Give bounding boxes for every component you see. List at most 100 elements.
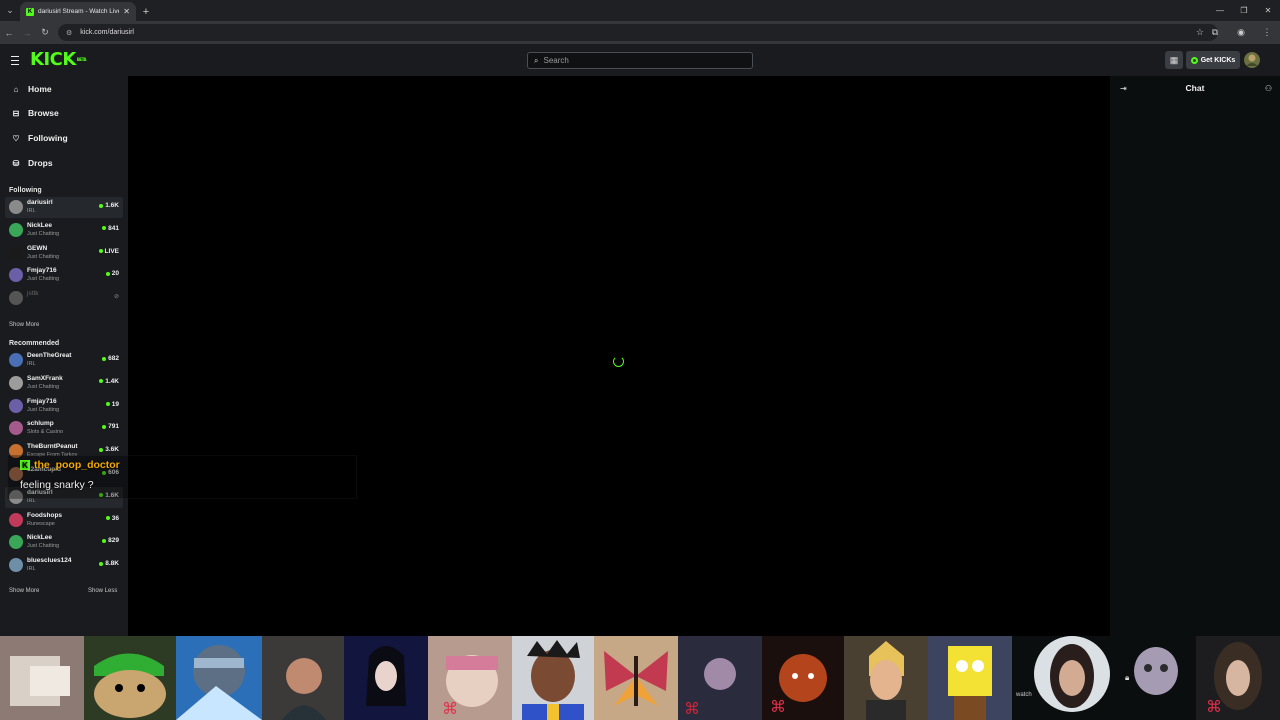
live-dot-icon: [99, 203, 104, 208]
thumbnail[interactable]: [594, 636, 678, 720]
channel-item[interactable]: dariusirl IRL 1.6K: [5, 197, 123, 218]
channel-item[interactable]: GEWN Just Chatting LIVE: [5, 243, 123, 264]
viewer-count-text: 1.4K: [105, 377, 119, 385]
thumbnail-strip: ⌘ ⌘ ⌘ ⌘: [0, 636, 1280, 720]
nav-drops[interactable]: ⛁ Drops: [11, 156, 53, 170]
channel-item[interactable]: bluesclues124 IRL 8.8K: [5, 555, 123, 576]
channel-category: IRL: [27, 208, 36, 214]
alert-username: K the_poop_doctor: [20, 459, 120, 471]
beta-tag: BETA: [76, 57, 87, 62]
thumbnail[interactable]: [928, 636, 1012, 720]
calendar-icon[interactable]: ▦: [1165, 51, 1183, 69]
heart-icon: ♡: [12, 133, 20, 143]
following-show-more[interactable]: Show More: [9, 322, 39, 328]
channel-item[interactable]: jsttk ⊘: [5, 288, 123, 309]
channel-category: Just Chatting: [27, 253, 60, 260]
user-avatar[interactable]: [1244, 52, 1260, 68]
address-bar[interactable]: ⚙ kick.com/dariusirl ☆: [58, 24, 1218, 41]
lock-icon: 🔒︎: [1125, 673, 1130, 682]
logo-text: KICK: [30, 49, 76, 70]
reload-icon[interactable]: ↻: [36, 21, 54, 44]
profile-icon[interactable]: ◉: [1228, 21, 1254, 44]
live-dot-icon: [105, 271, 110, 276]
chat-users-icon[interactable]: ⚇: [1265, 84, 1272, 93]
thumbnail[interactable]: [344, 636, 428, 720]
restore-icon[interactable]: ❐: [1232, 0, 1256, 21]
channel-item[interactable]: Foodshops Runescape 36: [5, 510, 123, 531]
get-kicks-button[interactable]: Get KICKs: [1186, 51, 1240, 69]
tab-close-icon[interactable]: ✕: [123, 7, 130, 16]
svg-text:⌘: ⌘: [442, 701, 458, 718]
thumbnail[interactable]: ⌘: [762, 636, 844, 720]
drops-gift-icon: ⛁: [12, 158, 20, 168]
thumbnail[interactable]: [262, 636, 344, 720]
window-controls: — ❐ ✕: [1208, 0, 1280, 21]
channel-category: Just Chatting: [27, 543, 60, 550]
live-dot-icon: [105, 516, 110, 521]
tab-title: dariusirl Stream - Watch Live o: [38, 8, 120, 15]
channel-item[interactable]: schlump Slots & Casino 791: [5, 418, 123, 439]
nav-following[interactable]: ♡ Following: [11, 131, 68, 145]
browse-icon: ⊟: [12, 108, 20, 118]
search-input[interactable]: [543, 56, 734, 65]
viewer-count: ⊘: [114, 293, 119, 300]
viewer-count-text: 682: [108, 355, 119, 362]
alert-message: feeling snarky ?: [20, 479, 94, 491]
svg-text:⌘: ⌘: [770, 699, 786, 716]
thumbnail[interactable]: [512, 636, 594, 720]
channel-item[interactable]: NickLee Just Chatting 841: [5, 220, 123, 241]
thumbnail[interactable]: ⌘: [1196, 636, 1280, 720]
browser-tab[interactable]: K dariusirl Stream - Watch Live o ✕: [20, 2, 136, 21]
thumbnail[interactable]: [176, 636, 262, 720]
channel-item[interactable]: Fmjay716 Just Chatting 20: [5, 265, 123, 286]
chat-title: Chat: [1185, 83, 1205, 93]
nav-browse[interactable]: ⊟ Browse: [11, 106, 59, 120]
window-close-icon[interactable]: ✕: [1256, 0, 1280, 21]
nav-home[interactable]: ⌂ Home: [11, 82, 52, 96]
new-tab-plus-icon[interactable]: +: [136, 2, 156, 21]
channel-avatar: [9, 291, 23, 306]
channel-category: Just Chatting: [27, 406, 60, 413]
recommended-show-less[interactable]: Show Less: [88, 588, 117, 594]
nav-following-label: Following: [28, 133, 68, 143]
minimize-icon[interactable]: —: [1208, 0, 1232, 21]
channel-name: Fmjay716: [27, 397, 57, 405]
recommended-show-more[interactable]: Show More: [9, 588, 39, 594]
video-player[interactable]: [128, 76, 1110, 636]
viewer-count-text: 3.6K: [105, 446, 119, 454]
channel-name: Foodshops: [27, 511, 63, 519]
viewer-count: 1.6K: [99, 202, 119, 209]
thumbnail[interactable]: ⌘: [428, 636, 512, 720]
thumbnail[interactable]: [84, 636, 176, 720]
channel-name: GEWN: [27, 244, 48, 252]
tab-search-chevron-icon[interactable]: ⌄: [0, 0, 20, 21]
forward-arrow-icon[interactable]: →: [18, 21, 36, 44]
browser-menu-icon[interactable]: ⋮: [1254, 21, 1280, 44]
channel-category: Just Chatting: [27, 276, 60, 283]
thumbnail[interactable]: [844, 636, 928, 720]
kick-favicon-icon: K: [26, 7, 34, 16]
thumbnail[interactable]: [0, 636, 84, 720]
search-bar[interactable]: ⌕: [527, 52, 753, 69]
channel-item[interactable]: SamXFrank Just Chatting 1.4K: [5, 373, 123, 394]
viewer-count-text: 791: [108, 423, 119, 431]
channel-item[interactable]: Fmjay716 Just Chatting 19: [5, 396, 123, 417]
viewer-count-text: 36: [111, 514, 119, 522]
thumbnail[interactable]: [1012, 636, 1112, 720]
hamburger-menu-icon[interactable]: [9, 54, 22, 66]
site-info-icon[interactable]: ⚙: [66, 29, 72, 37]
channel-avatar: [9, 353, 23, 367]
extensions-icon[interactable]: ⧉: [1202, 21, 1228, 44]
channel-item[interactable]: NickLee Just Chatting 829: [5, 532, 123, 553]
channel-name: schlump: [27, 420, 54, 428]
live-dot-icon: [99, 561, 104, 566]
channel-item[interactable]: DeenTheGreat IRL 682: [5, 350, 123, 371]
thumbnail[interactable]: ⌘: [678, 636, 762, 720]
nav-drops-label: Drops: [28, 158, 53, 168]
viewer-count: 841: [102, 225, 119, 232]
kick-logo[interactable]: KICKBETA: [30, 49, 87, 70]
back-arrow-icon[interactable]: ←: [0, 21, 18, 44]
kicks-coin-icon: [1190, 56, 1198, 64]
channel-name: jsttk: [27, 290, 39, 298]
viewer-count: 682: [102, 355, 119, 362]
